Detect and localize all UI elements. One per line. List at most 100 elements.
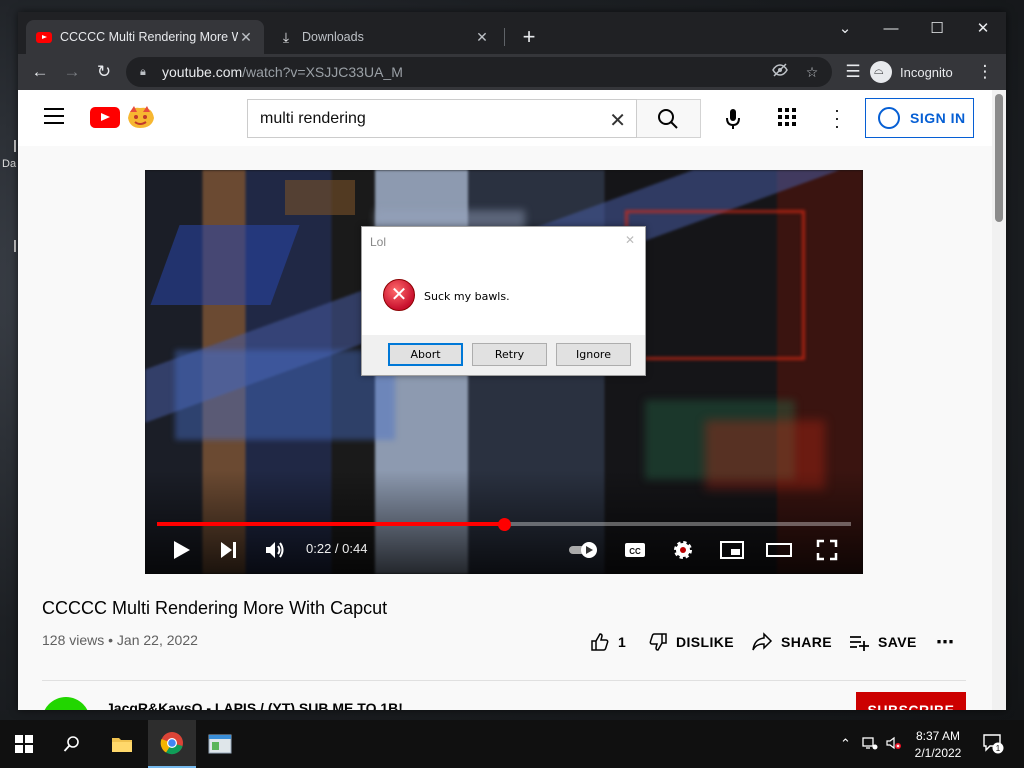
tab-strip: CCCCC Multi Rendering More With Capcut ✕… — [18, 12, 1006, 54]
clear-search-icon[interactable]: ✕ — [609, 108, 626, 133]
channel-name[interactable]: JacqR&KaysO - LAPIS / (YT) SUB ME TO 1B! — [106, 700, 403, 710]
window-app-icon — [208, 734, 232, 754]
miniplayer-button[interactable] — [719, 538, 745, 562]
tab-separator — [504, 28, 505, 46]
lock-icon[interactable]: 🔒︎ — [140, 66, 152, 79]
tab-downloads[interactable]: ⤓ Downloads ✕ — [268, 20, 500, 54]
account-icon — [878, 107, 900, 129]
scrubber-handle[interactable] — [497, 517, 511, 531]
desktop-icon-fragment[interactable] — [14, 240, 16, 252]
search-icon — [63, 736, 79, 752]
tab-search-button[interactable]: ⌄ — [822, 16, 868, 44]
menu-icon[interactable] — [44, 108, 64, 124]
tab-title: CCCCC Multi Rendering More With Capcut — [60, 30, 238, 44]
new-tab-button[interactable]: + — [515, 24, 543, 52]
dialog-button-bar: Abort Retry Ignore — [362, 335, 645, 375]
like-count: 1 — [618, 634, 627, 650]
share-icon — [752, 632, 773, 651]
notification-icon: 1 — [983, 734, 1004, 754]
theater-icon — [766, 543, 792, 557]
folder-icon — [112, 738, 132, 752]
bookmark-star-icon[interactable]: ☆ — [802, 62, 822, 82]
volume-button[interactable] — [263, 538, 287, 562]
sign-in-button[interactable]: SIGN IN — [865, 98, 974, 138]
dialog-close-button[interactable]: ✕ — [625, 233, 635, 247]
chrome-taskbar-button[interactable] — [148, 720, 196, 768]
desktop-icon-label[interactable]: Da — [2, 158, 16, 170]
network-icon[interactable] — [862, 736, 878, 753]
incognito-icon — [870, 61, 892, 83]
abort-button[interactable]: Abort — [388, 343, 463, 366]
share-button[interactable]: SHARE — [751, 632, 832, 652]
playlist-add-icon — [850, 636, 869, 651]
tab-title: Downloads — [302, 30, 364, 44]
microphone-icon — [726, 109, 740, 129]
action-center-button[interactable]: 1 — [982, 732, 1004, 754]
captions-button[interactable]: CC — [623, 538, 647, 562]
sign-in-label: SIGN IN — [910, 110, 966, 126]
close-tab-icon[interactable]: ✕ — [238, 29, 254, 46]
settings-button[interactable] — [671, 538, 695, 562]
forward-button[interactable]: → — [59, 59, 85, 85]
like-button[interactable]: 1 — [590, 632, 626, 652]
fullscreen-button[interactable] — [815, 538, 839, 562]
taskbar: ⌃ 8:37 AM 2/1/2022 1 — [0, 720, 1024, 768]
search-button[interactable] — [48, 720, 96, 768]
reading-list-icon[interactable]: ☰ — [840, 59, 866, 85]
theater-mode-button[interactable] — [765, 538, 793, 562]
ignore-button[interactable]: Ignore — [556, 343, 631, 366]
start-button[interactable] — [0, 720, 48, 768]
progress-bar[interactable] — [157, 517, 851, 531]
clock-date: 2/1/2022 — [914, 746, 962, 760]
autoplay-icon — [569, 542, 597, 558]
volume-muted-icon[interactable] — [886, 736, 902, 753]
close-tab-icon[interactable]: ✕ — [474, 29, 490, 46]
address-bar[interactable]: 🔒︎ youtube.com/watch?v=XSJJC33UA_M ☆ — [126, 57, 832, 87]
play-button[interactable] — [171, 538, 193, 562]
tab-youtube-video[interactable]: CCCCC Multi Rendering More With Capcut ✕ — [26, 20, 264, 54]
settings-menu-icon[interactable]: · · · — [832, 101, 842, 135]
more-actions-button[interactable]: ⋯ — [936, 632, 954, 653]
volume-icon — [266, 542, 284, 558]
apps-grid-icon[interactable] — [778, 108, 798, 128]
incognito-indicator[interactable]: Incognito — [870, 58, 966, 86]
minimize-button[interactable]: — — [868, 16, 914, 44]
divider — [42, 680, 966, 681]
retry-button[interactable]: Retry — [472, 343, 547, 366]
maximize-button[interactable]: ☐ — [914, 16, 960, 44]
error-dialog: Lol ✕ ✕ Suck my bawls. Abort Retry Ignor… — [361, 226, 646, 376]
app-taskbar-button[interactable] — [196, 720, 244, 768]
progress-played — [157, 522, 504, 526]
search-input[interactable]: multi rendering ✕ — [247, 99, 637, 138]
back-button[interactable]: ← — [27, 59, 53, 85]
doodle-icon[interactable] — [124, 104, 156, 130]
close-window-button[interactable]: ✕ — [960, 16, 1006, 44]
error-icon: ✕ — [383, 279, 415, 311]
scrollbar-thumb[interactable] — [995, 94, 1003, 222]
search-button[interactable] — [637, 99, 701, 138]
reload-button[interactable]: ↻ — [91, 59, 117, 85]
desktop-icon-fragment[interactable] — [14, 140, 16, 152]
voice-search-button[interactable] — [718, 104, 748, 134]
subscribe-button[interactable]: SUBSCRIBE — [856, 692, 966, 710]
chrome-menu-button[interactable]: ⋮ — [972, 59, 998, 85]
save-button[interactable]: SAVE — [848, 632, 917, 652]
notification-count: 1 — [996, 744, 1001, 753]
dislike-button[interactable]: DISLIKE — [648, 632, 734, 652]
browser-toolbar: ← → ↻ 🔒︎ youtube.com/watch?v=XSJJC33UA_M… — [18, 54, 1006, 90]
play-icon — [174, 541, 190, 559]
eye-off-icon[interactable] — [770, 62, 790, 82]
channel-avatar[interactable] — [42, 697, 90, 710]
windows-icon — [15, 735, 33, 753]
page-scrollbar[interactable] — [992, 90, 1006, 710]
youtube-logo[interactable] — [90, 107, 120, 128]
file-explorer-button[interactable] — [98, 720, 146, 768]
autoplay-toggle[interactable] — [567, 538, 601, 562]
search-icon — [658, 109, 678, 129]
svg-text:CC: CC — [629, 547, 641, 556]
youtube-page: multi rendering ✕ · · · SIGN IN 0:22 / 0… — [18, 90, 992, 710]
gear-icon — [674, 541, 692, 559]
show-hidden-icons-icon[interactable]: ⌃ — [840, 736, 851, 752]
taskbar-clock[interactable]: 8:37 AM 2/1/2022 — [906, 728, 970, 762]
next-button[interactable] — [217, 538, 239, 562]
